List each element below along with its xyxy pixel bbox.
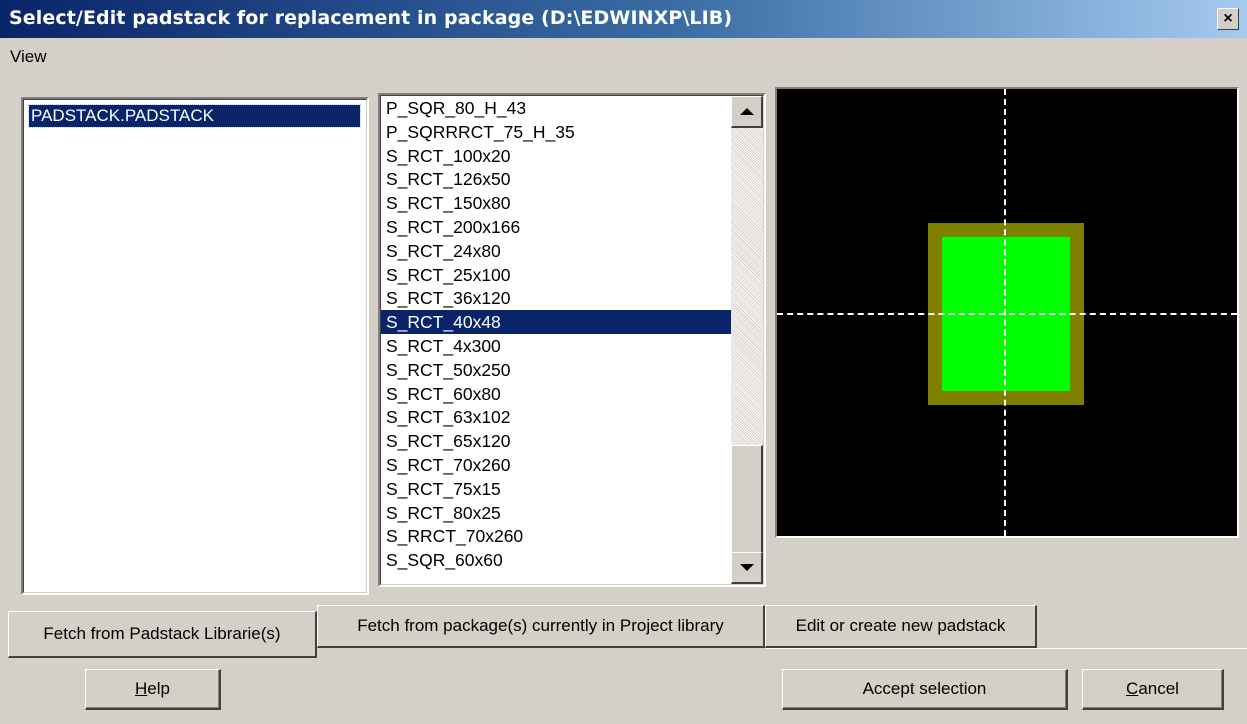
padstack-item[interactable]: S_RCT_63x102 bbox=[381, 405, 733, 429]
library-list-body: PADSTACK.PADSTACK bbox=[23, 99, 367, 593]
padstack-item[interactable]: S_RCT_36x120 bbox=[381, 286, 733, 310]
close-button[interactable]: × bbox=[1217, 8, 1239, 30]
menu-bar: View bbox=[0, 38, 1247, 74]
help-button[interactable]: Help bbox=[85, 669, 221, 710]
padstack-preview bbox=[775, 87, 1239, 538]
title-bar[interactable]: Select/Edit padstack for replacement in … bbox=[0, 0, 1247, 38]
library-item-padstack[interactable]: PADSTACK.PADSTACK bbox=[28, 104, 361, 128]
cancel-mnemonic: C bbox=[1126, 679, 1139, 698]
cancel-label: ancel bbox=[1138, 679, 1179, 698]
crosshair-vertical bbox=[1004, 89, 1006, 536]
padstack-item[interactable]: S_RCT_70x260 bbox=[381, 453, 733, 477]
padstack-scrollbar[interactable] bbox=[731, 96, 763, 584]
padstack-item[interactable]: S_RCT_200x166 bbox=[381, 215, 733, 239]
menu-view[interactable]: View bbox=[10, 47, 47, 67]
padstack-item[interactable]: S_RCT_25x100 bbox=[381, 263, 733, 287]
scroll-thumb[interactable] bbox=[731, 445, 763, 554]
arrow-down-icon bbox=[739, 564, 754, 571]
padstack-item[interactable]: S_RCT_80x25 bbox=[381, 501, 733, 525]
padstack-item[interactable]: S_SQR_60x60 bbox=[381, 548, 733, 572]
scroll-down-button[interactable] bbox=[731, 552, 763, 584]
window-title: Select/Edit padstack for replacement in … bbox=[9, 7, 733, 29]
padstack-item[interactable]: S_RCT_75x15 bbox=[381, 477, 733, 501]
padstack-item[interactable]: S_RCT_150x80 bbox=[381, 191, 733, 215]
accept-selection-button[interactable]: Accept selection bbox=[782, 669, 1068, 710]
arrow-up-icon bbox=[739, 108, 754, 115]
padstack-item[interactable]: P_SQRRRCT_75_H_35 bbox=[381, 120, 733, 144]
close-icon: × bbox=[1223, 10, 1233, 27]
padstack-items: P_SQR_80_H_43 P_SQRRRCT_75_H_35 S_RCT_100x… bbox=[381, 96, 733, 584]
scroll-up-button[interactable] bbox=[731, 96, 763, 128]
padstack-list[interactable]: P_SQR_80_H_43 P_SQRRRCT_75_H_35 S_RCT_100x… bbox=[378, 93, 766, 587]
padstack-item[interactable]: S_RCT_126x50 bbox=[381, 167, 733, 191]
tab-edit-or-create-padstack[interactable]: Edit or create new padstack bbox=[765, 605, 1037, 648]
padstack-item[interactable]: S_RCT_40x48 bbox=[381, 310, 733, 334]
padstack-item[interactable]: P_SQR_80_H_43 bbox=[381, 96, 733, 120]
padstack-list-body: P_SQR_80_H_43 P_SQRRRCT_75_H_35 S_RCT_100x… bbox=[380, 95, 764, 585]
padstack-item[interactable]: S_RCT_100x20 bbox=[381, 144, 733, 168]
padstack-item[interactable]: S_RCT_24x80 bbox=[381, 239, 733, 263]
help-mnemonic: H bbox=[135, 679, 148, 698]
padstack-item[interactable]: S_RRCT_70x260 bbox=[381, 524, 733, 548]
help-label: elp bbox=[147, 679, 170, 698]
padstack-item[interactable]: S_RCT_50x250 bbox=[381, 358, 733, 382]
padstack-item[interactable]: S_RCT_60x80 bbox=[381, 382, 733, 406]
tab-fetch-from-project-packages[interactable]: Fetch from package(s) currently in Proje… bbox=[317, 605, 765, 648]
padstack-item[interactable]: S_RCT_4x300 bbox=[381, 334, 733, 358]
cancel-button[interactable]: Cancel bbox=[1082, 669, 1224, 710]
tab-strip-line bbox=[766, 648, 1247, 649]
library-list[interactable]: PADSTACK.PADSTACK bbox=[21, 97, 369, 595]
crosshair-horizontal bbox=[777, 313, 1237, 315]
padstack-item[interactable]: S_RCT_65x120 bbox=[381, 429, 733, 453]
tab-fetch-from-libraries[interactable]: Fetch from Padstack Librarie(s) bbox=[8, 611, 317, 658]
